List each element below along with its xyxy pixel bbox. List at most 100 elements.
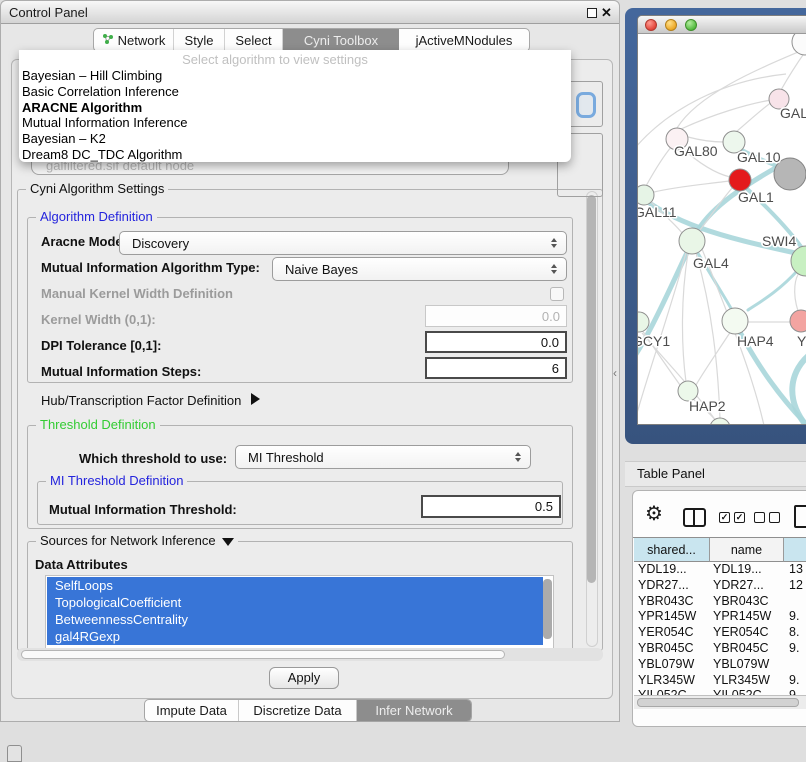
- mi-steps-input[interactable]: 6: [425, 357, 567, 379]
- network-edge[interactable]: [654, 181, 729, 192]
- attribute-item-betweennesscentrality[interactable]: BetweennessCentrality: [47, 611, 543, 628]
- column-header-shared[interactable]: shared...: [634, 538, 710, 562]
- cell: 9.: [789, 673, 799, 689]
- algorithm-option-aracne-algorithm[interactable]: ARACNE Algorithm: [22, 100, 562, 116]
- tab-label: Select: [235, 33, 271, 48]
- table-scroll-thumb[interactable]: [637, 698, 799, 707]
- cell: YLR345W: [638, 673, 695, 689]
- attribute-item-gal4rgexp[interactable]: gal4RGexp: [47, 628, 543, 645]
- network-node-node-d[interactable]: [790, 310, 806, 332]
- mi-type-combo[interactable]: Naive Bayes: [272, 257, 567, 281]
- column-header-name[interactable]: name: [710, 538, 784, 562]
- network-edge[interactable]: [700, 187, 733, 230]
- algorithm-option-basic-correlation-inference[interactable]: Basic Correlation Inference: [22, 84, 562, 100]
- column-header-a[interactable]: A: [784, 538, 806, 562]
- settings-horizontal-scrollbar[interactable]: [17, 648, 603, 661]
- close-traffic-light-icon[interactable]: [645, 19, 657, 31]
- minimize-traffic-light-icon[interactable]: [665, 19, 677, 31]
- vertical-scroll-thumb[interactable]: [587, 195, 596, 583]
- tab-jactivemnodules[interactable]: jActiveMNodules: [399, 29, 529, 51]
- tab-infer-network[interactable]: Infer Network: [357, 700, 471, 721]
- algorithm-option-mutual-information-inference[interactable]: Mutual Information Inference: [22, 115, 562, 131]
- panel-splitter-arrow[interactable]: ‹: [613, 366, 617, 380]
- table-row[interactable]: YLR345W YLR345W 9.: [634, 673, 806, 689]
- cell: 9.: [789, 641, 799, 657]
- gear-icon[interactable]: ⚙: [645, 504, 663, 524]
- network-node-GCY1[interactable]: [638, 312, 649, 332]
- collapse-down-icon[interactable]: [222, 538, 234, 546]
- close-icon[interactable]: ✕: [601, 1, 612, 24]
- algorithm-option-bayesian-k2[interactable]: Bayesian – K2: [22, 131, 562, 147]
- manual-kernel-checkbox[interactable]: [550, 287, 564, 301]
- network-node-label: SWI4: [762, 233, 796, 249]
- aracne-mode-combo[interactable]: Discovery: [119, 231, 567, 255]
- network-node-GAL4[interactable]: [679, 228, 705, 254]
- algorithm-option-dream8-dc-tdc-algorithm[interactable]: Dream8 DC_TDC Algorithm: [22, 147, 562, 163]
- algorithm-option-bayesian-hill-climbing[interactable]: Bayesian – Hill Climbing: [22, 68, 562, 84]
- network-edge[interactable]: [679, 100, 771, 130]
- dpi-tolerance-input[interactable]: 0.0: [425, 331, 567, 353]
- apply-button[interactable]: Apply: [269, 667, 339, 689]
- attribute-item-selfloops[interactable]: SelfLoops: [47, 577, 543, 594]
- attribute-item-topologicalcoefficient[interactable]: TopologicalCoefficient: [47, 594, 543, 611]
- float-window-icon[interactable]: [587, 8, 597, 18]
- table-panel-titlebar[interactable]: Table Panel: [625, 461, 806, 487]
- settings-vertical-scrollbar[interactable]: [586, 191, 598, 647]
- table-row[interactable]: YDL19...YDL19...13: [634, 562, 806, 578]
- mi-threshold-input[interactable]: 0.5: [421, 495, 561, 518]
- manual-kernel-label: Manual Kernel Width Definition: [41, 286, 233, 302]
- check-all-icon[interactable]: ✓: [719, 512, 730, 523]
- attributes-list-scrollbar[interactable]: [543, 579, 552, 639]
- tab-style[interactable]: Style: [174, 29, 225, 51]
- sources-group-title[interactable]: Sources for Network Inference: [36, 533, 238, 549]
- which-threshold-combo[interactable]: MI Threshold: [235, 445, 531, 469]
- data-attributes-list[interactable]: SelfLoopsTopologicalCoefficientBetweenne…: [45, 575, 554, 651]
- cell: YLR345W: [713, 673, 770, 689]
- algorithm-combo-focus-fragment[interactable]: [576, 92, 596, 118]
- network-node-label: HAP4: [737, 333, 774, 349]
- network-edge[interactable]: [795, 272, 800, 311]
- minimized-palette-icon[interactable]: [7, 745, 22, 762]
- zoom-traffic-light-icon[interactable]: [685, 19, 697, 31]
- table-body[interactable]: YDL19...YDL19...13YDR27...YDR27...12YBR0…: [634, 562, 806, 695]
- tab-cyni-toolbox[interactable]: Cyni Toolbox: [283, 29, 399, 51]
- table-row[interactable]: YIL052CYIL052C9: [634, 688, 806, 695]
- network-node-GAL1[interactable]: [729, 169, 751, 191]
- check-all-icon[interactable]: ✓: [734, 512, 745, 523]
- cell: YDR27...: [713, 578, 764, 594]
- network-edge[interactable]: [688, 137, 724, 142]
- hub-definition-toggle[interactable]: Hub/Transcription Factor Definition: [41, 393, 260, 409]
- network-node-node-a[interactable]: [792, 34, 806, 55]
- split-pane-icon[interactable]: [683, 508, 706, 527]
- network-window-titlebar[interactable]: [638, 16, 806, 34]
- table-horizontal-scrollbar[interactable]: [634, 695, 806, 709]
- tab-network[interactable]: Network: [94, 29, 174, 51]
- network-node-HAP4[interactable]: [722, 308, 748, 334]
- table-row[interactable]: YBR043CYBR043C: [634, 594, 806, 610]
- document-icon[interactable]: [794, 505, 806, 528]
- mi-threshold-label: Mutual Information Threshold:: [49, 502, 237, 518]
- control-panel-titlebar[interactable]: Control Panel ✕: [1, 1, 619, 24]
- network-node-label: GAL: [780, 105, 806, 121]
- table-row[interactable]: YPR145WYPR145W9.: [634, 609, 806, 625]
- tab-select[interactable]: Select: [225, 29, 283, 51]
- uncheck-all-icon[interactable]: [754, 512, 765, 523]
- network-edge[interactable]: [696, 253, 720, 419]
- kernel-width-input[interactable]: 0.0: [425, 305, 567, 327]
- network-edge[interactable]: [646, 146, 672, 186]
- network-node-GAL11[interactable]: [638, 185, 654, 205]
- expand-right-icon[interactable]: [251, 393, 260, 405]
- table-row[interactable]: YDR27...YDR27...12: [634, 578, 806, 594]
- table-row[interactable]: YER054CYER054C8.: [634, 625, 806, 641]
- uncheck-all-icon[interactable]: [769, 512, 780, 523]
- network-canvas[interactable]: GALGAL80GAL10GAL1GAL11SWI4GAL4GCY1HAP4YH…: [638, 34, 806, 425]
- network-edge[interactable]: [682, 253, 688, 382]
- network-edge[interactable]: [748, 270, 798, 310]
- horizontal-scroll-thumb[interactable]: [21, 650, 505, 659]
- cell: YIL052C: [713, 688, 762, 695]
- tab-discretize-data[interactable]: Discretize Data: [239, 700, 357, 721]
- table-row[interactable]: YBR045CYBR045C9.: [634, 641, 806, 657]
- network-node-node-e[interactable]: [710, 418, 730, 425]
- tab-impute-data[interactable]: Impute Data: [145, 700, 239, 721]
- table-row[interactable]: YBL079WYBL079W: [634, 657, 806, 673]
